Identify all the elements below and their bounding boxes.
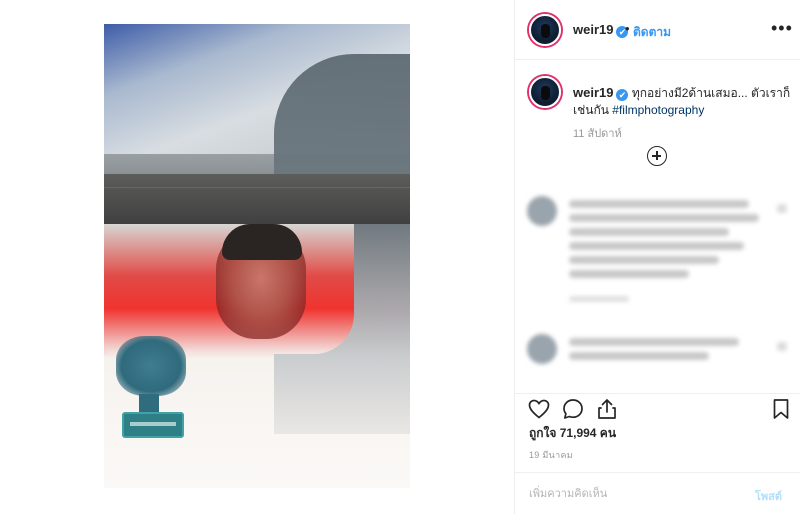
author-username[interactable]: weir19 ✔ bbox=[573, 22, 629, 38]
author-avatar[interactable] bbox=[529, 14, 561, 46]
post-actions bbox=[515, 393, 800, 421]
more-dots-icon[interactable]: ••• bbox=[771, 18, 793, 39]
comment-like-icon bbox=[777, 342, 787, 351]
post-media bbox=[0, 0, 514, 514]
comment-form: โพสต์ bbox=[515, 472, 800, 514]
bookmark-icon[interactable] bbox=[769, 397, 793, 421]
caption-text: weir19 ✔ ทุกอย่างมี2ด้านเสมอ... ตัวเราก็เ… bbox=[573, 84, 793, 119]
separator-dot: • bbox=[625, 21, 630, 36]
heart-icon[interactable] bbox=[527, 397, 551, 421]
follow-button[interactable]: ติดตาม bbox=[633, 23, 671, 42]
post-header: weir19 ✔ • ติดตาม ••• bbox=[515, 0, 800, 60]
caption-timestamp[interactable]: 11 สัปดาห์ bbox=[573, 124, 622, 142]
caption-hashtag[interactable]: #filmphotography bbox=[612, 103, 704, 117]
comment-icon[interactable] bbox=[561, 397, 585, 421]
comment-item bbox=[527, 334, 789, 374]
caption-author-avatar[interactable] bbox=[529, 76, 561, 108]
caption-username[interactable]: weir19 ✔ bbox=[573, 85, 629, 101]
post-comment-button[interactable]: โพสต์ bbox=[755, 487, 782, 505]
post-side-panel: weir19 ✔ • ติดตาม ••• weir19 ✔ ทุกอย่างมี2… bbox=[514, 0, 800, 514]
verified-badge-icon: ✔ bbox=[616, 89, 629, 101]
comment-avatar bbox=[527, 334, 557, 364]
comment-input[interactable] bbox=[529, 485, 739, 503]
likes-count[interactable]: ถูกใจ 71,994 คน bbox=[529, 424, 616, 443]
post-photo[interactable] bbox=[104, 24, 410, 488]
plus-circle-icon[interactable] bbox=[647, 146, 667, 166]
share-icon[interactable] bbox=[595, 397, 619, 421]
post-date[interactable]: 19 มีนาคม bbox=[529, 448, 573, 462]
comment-avatar bbox=[527, 196, 557, 226]
comment-item bbox=[527, 196, 789, 306]
comment-like-icon bbox=[777, 204, 787, 213]
